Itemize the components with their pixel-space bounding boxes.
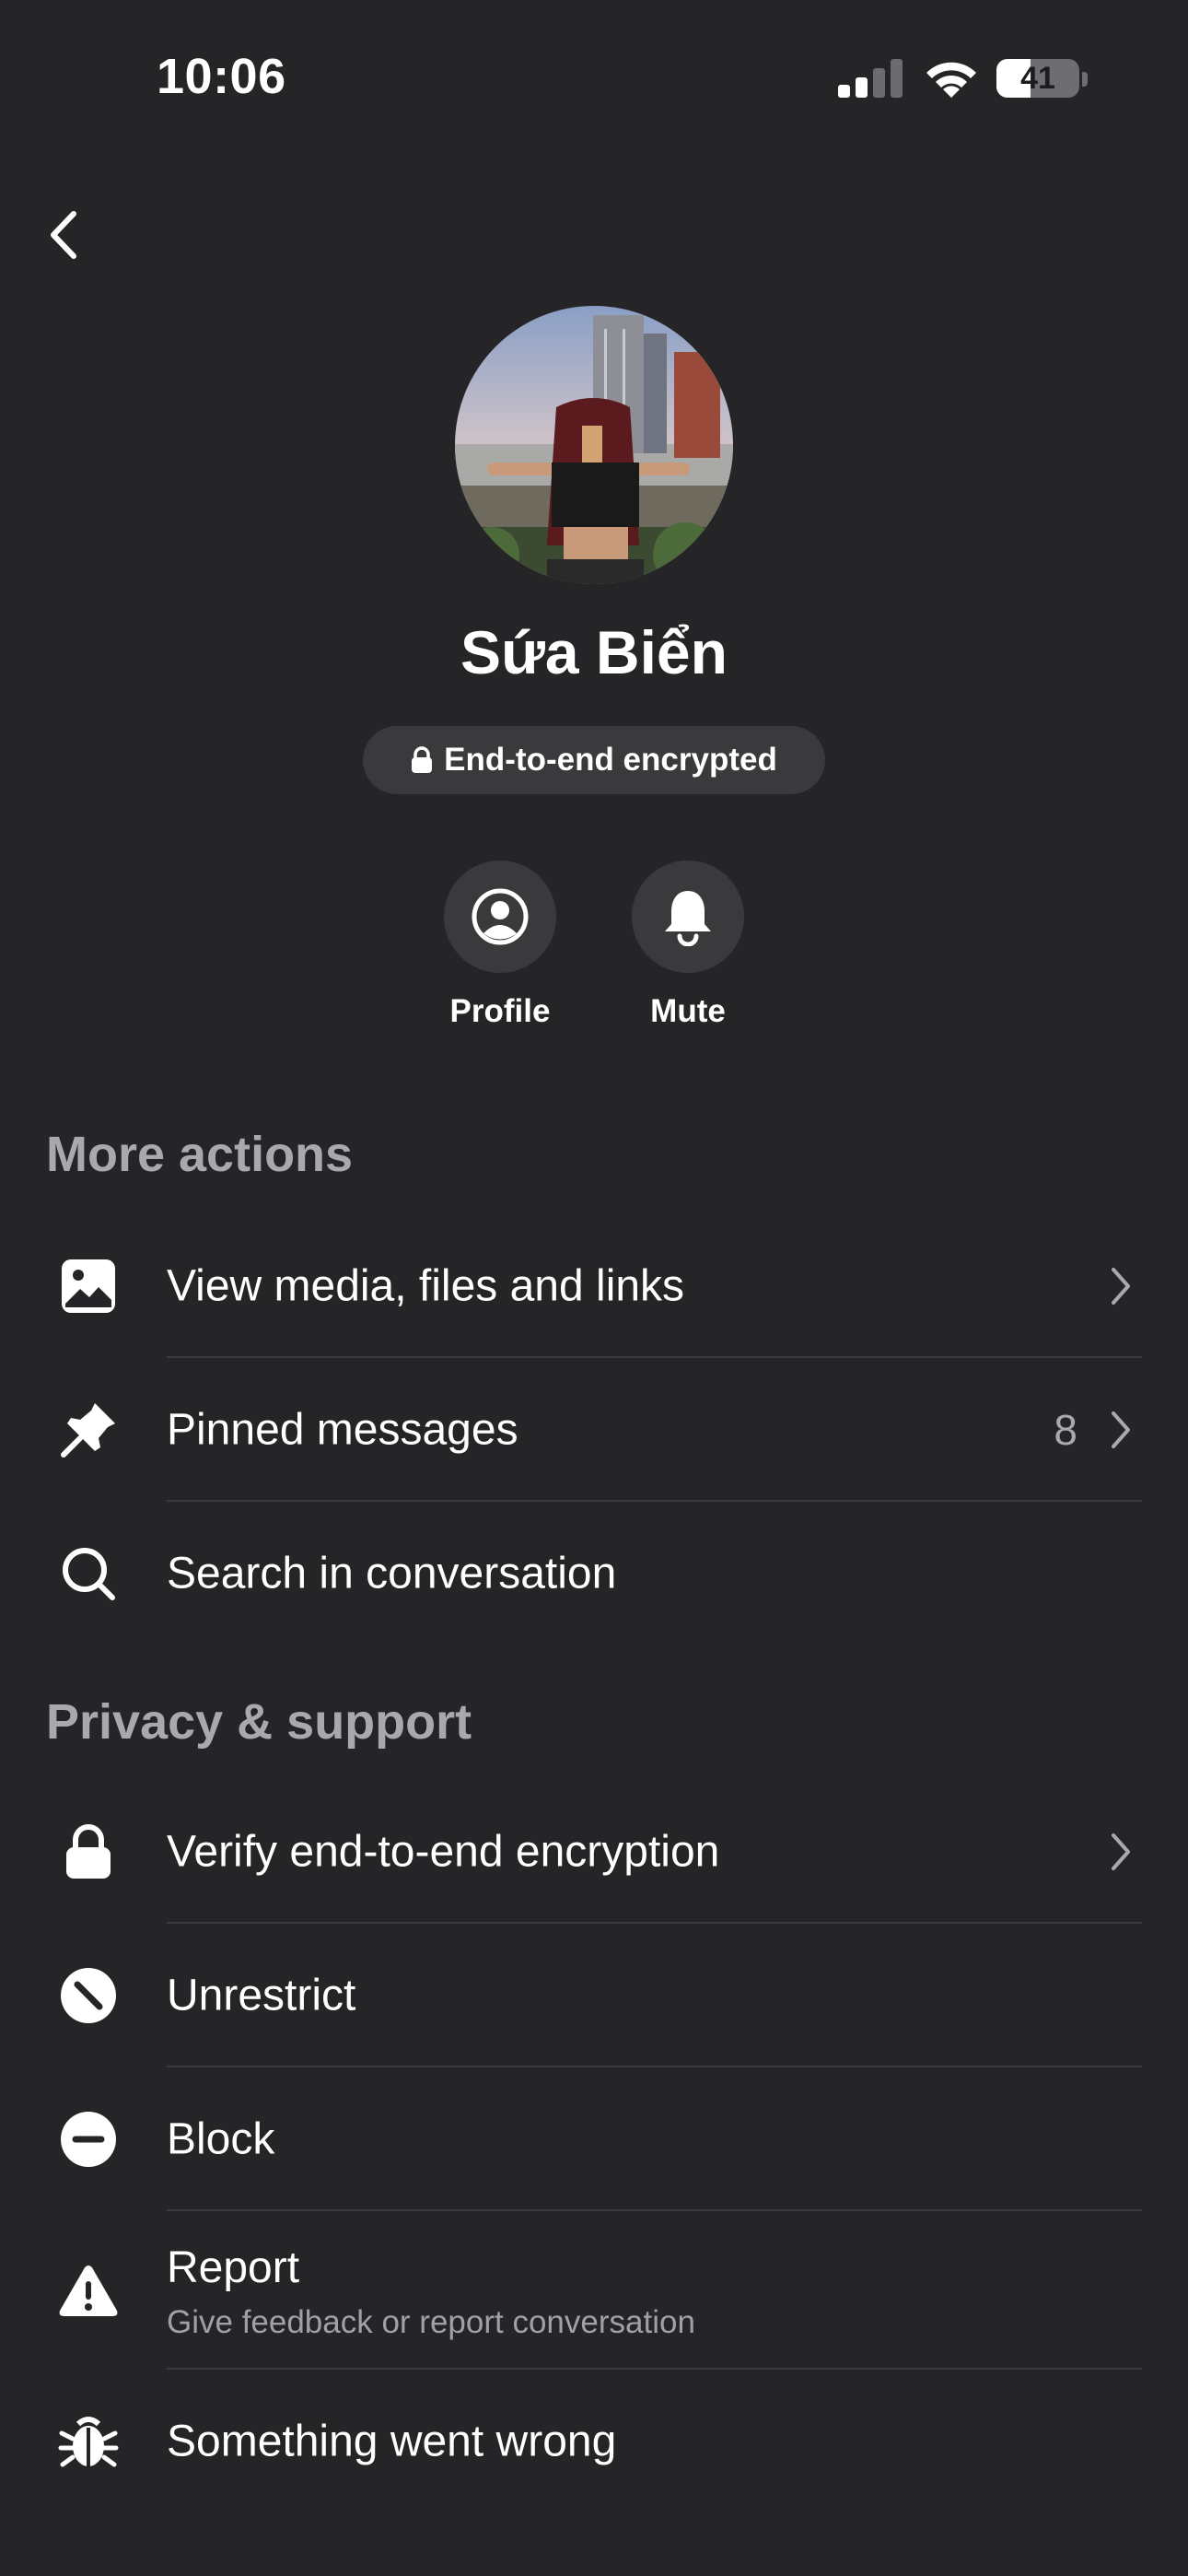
image-icon xyxy=(55,1259,122,1314)
row-label: Report xyxy=(167,2243,300,2292)
row-view-media[interactable]: View media, files and links xyxy=(0,1214,1188,1358)
chevron-left-icon xyxy=(51,211,76,259)
avatar-photo xyxy=(455,306,733,584)
block-icon xyxy=(55,2112,122,2167)
section-title-more-actions: More actions xyxy=(46,1127,354,1182)
row-label: Search in conversation xyxy=(167,1549,617,1598)
chevron-right-icon xyxy=(1112,1268,1130,1305)
encryption-badge[interactable]: End-to-end encrypted xyxy=(363,726,825,794)
pin-icon xyxy=(55,1402,122,1458)
row-label: Verify end-to-end encryption xyxy=(167,1827,720,1877)
row-label: Something went wrong xyxy=(167,2417,617,2466)
profile-label: Profile xyxy=(449,993,551,1029)
contact-name: Sứa Biển xyxy=(460,618,728,686)
row-search-conversation[interactable]: Search in conversation xyxy=(0,1502,1188,1645)
profile-button[interactable]: Profile xyxy=(399,861,601,1030)
pinned-count: 8 xyxy=(1054,1406,1077,1454)
mute-button[interactable]: Mute xyxy=(587,861,789,1030)
chevron-right-icon xyxy=(1112,1833,1130,1870)
row-label: Block xyxy=(167,2114,275,2164)
row-something-went-wrong[interactable]: Something went wrong xyxy=(0,2370,1188,2513)
row-unrestrict[interactable]: Unrestrict xyxy=(0,1924,1188,2067)
chevron-right-icon xyxy=(1112,1411,1130,1448)
section-title-privacy-support: Privacy & support xyxy=(46,1694,472,1750)
wifi-icon xyxy=(926,62,976,98)
row-verify-encryption[interactable]: Verify end-to-end encryption xyxy=(0,1780,1188,1924)
mute-label: Mute xyxy=(650,993,726,1029)
row-block[interactable]: Block xyxy=(0,2067,1188,2211)
row-pinned-messages[interactable]: Pinned messages 8 xyxy=(0,1358,1188,1502)
warning-icon xyxy=(55,2263,122,2318)
lock-icon xyxy=(412,746,433,773)
back-button[interactable] xyxy=(37,203,92,267)
row-label: Pinned messages xyxy=(167,1405,518,1455)
battery-icon: 41 xyxy=(996,59,1079,98)
contact-avatar[interactable] xyxy=(455,306,733,584)
row-label: Unrestrict xyxy=(167,1971,356,2020)
restrict-icon xyxy=(55,1968,122,2023)
search-icon xyxy=(55,1546,122,1601)
thread-details-screen: 10:06 41 Sứa Biển End-to-end encrypted P… xyxy=(0,0,1188,2576)
row-sublabel: Give feedback or report conversation xyxy=(167,2304,695,2340)
bug-icon xyxy=(55,2414,122,2469)
row-label: View media, files and links xyxy=(167,1261,685,1311)
profile-circle xyxy=(444,861,556,973)
cellular-signal-icon xyxy=(838,55,904,98)
status-time: 10:06 xyxy=(157,49,286,104)
bell-icon xyxy=(665,891,711,946)
lock-icon xyxy=(55,1824,122,1879)
battery-percent: 41 xyxy=(1020,60,1055,96)
person-circle-icon xyxy=(472,888,529,945)
mute-circle xyxy=(632,861,744,973)
row-report[interactable]: Report Give feedback or report conversat… xyxy=(0,2211,1188,2370)
encryption-label: End-to-end encrypted xyxy=(444,742,777,778)
